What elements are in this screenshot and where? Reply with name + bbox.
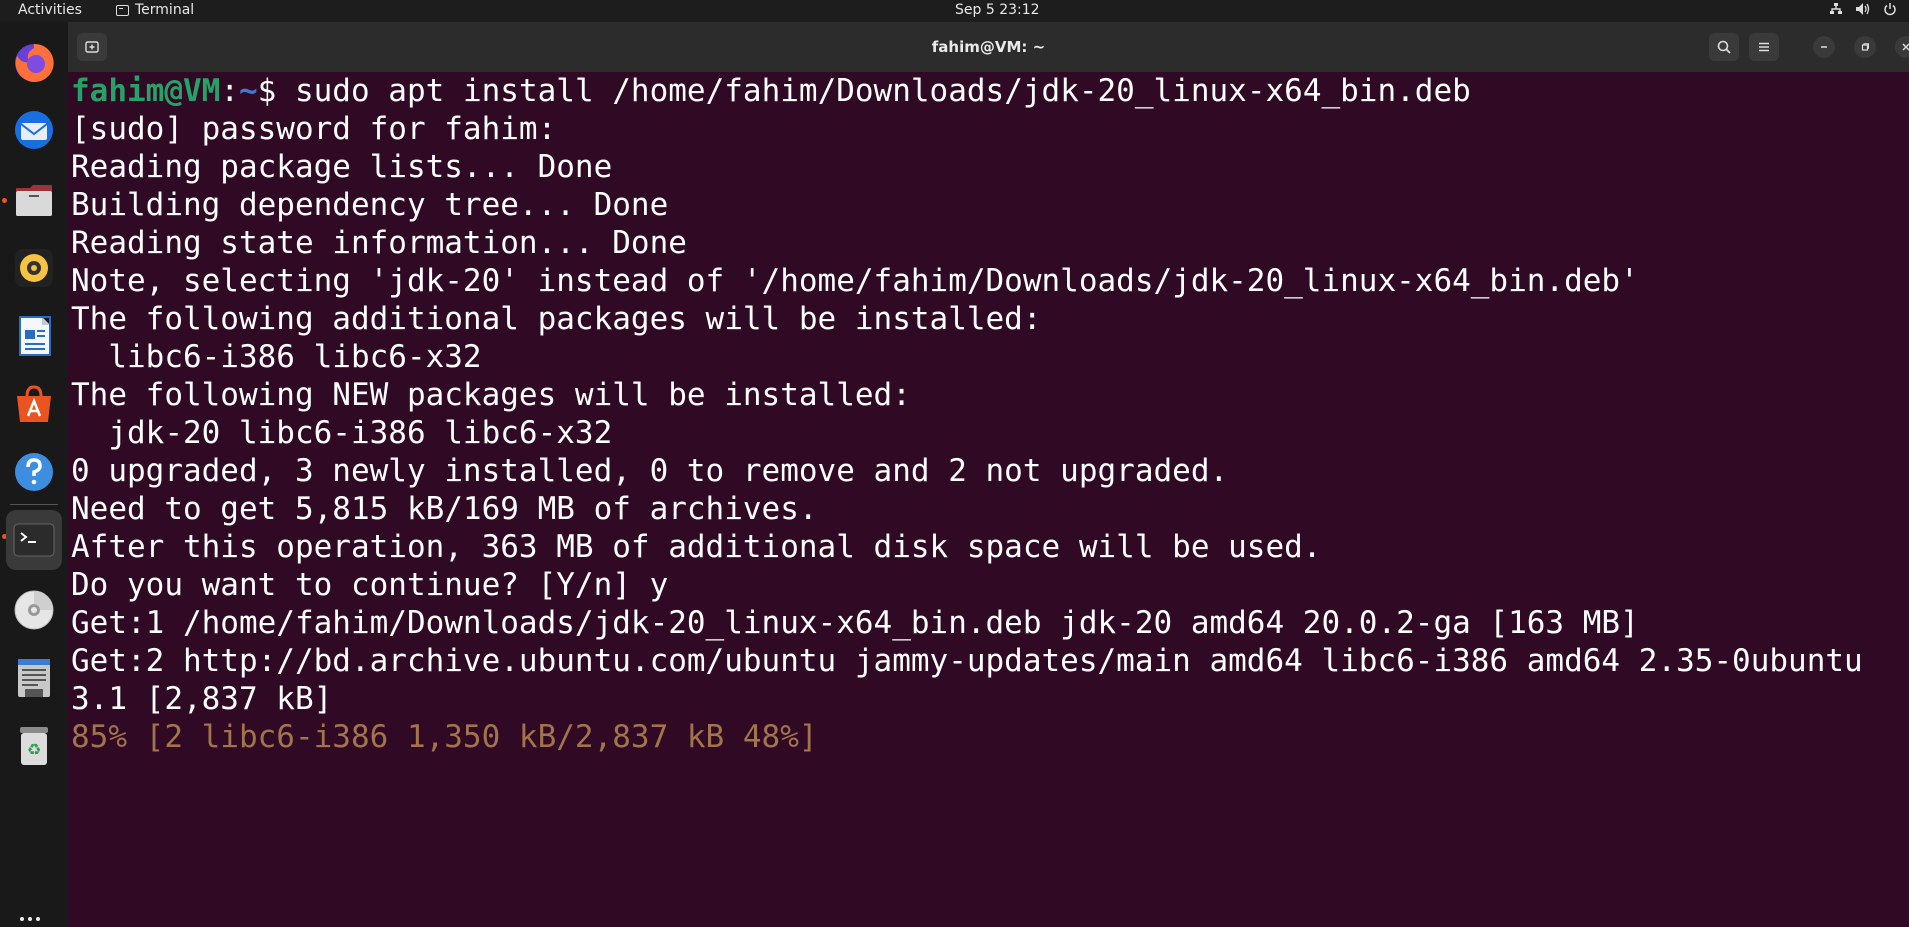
dvd-icon[interactable]	[6, 582, 62, 638]
app-menu-label: Terminal	[135, 2, 195, 18]
output-line: libc6-i386 libc6-x32	[71, 339, 482, 375]
output-line: Do you want to continue? [Y/n] y	[71, 567, 669, 603]
trash-icon[interactable]: ♻	[6, 718, 62, 774]
window-titlebar[interactable]: fahim@VM: ~	[68, 22, 1909, 72]
activities-button[interactable]: Activities	[18, 2, 82, 18]
close-icon	[1902, 43, 1909, 51]
text-editor-icon[interactable]	[6, 650, 62, 706]
output-line: Building dependency tree... Done	[71, 187, 669, 223]
search-button[interactable]	[1709, 33, 1739, 61]
restore-icon	[1861, 43, 1869, 51]
progress-line: 85% [2 libc6-i386 1,350 kB/2,837 kB 48%]	[71, 719, 818, 755]
output-line: jdk-20 libc6-i386 libc6-x32	[71, 415, 613, 451]
help-icon[interactable]	[6, 444, 62, 500]
command-line: sudo apt install /home/fahim/Downloads/j…	[294, 73, 1471, 109]
terminal-output: fahim@VM:~$ sudo apt install /home/fahim…	[71, 72, 1863, 756]
output-line: [sudo] password for fahim:	[71, 111, 557, 147]
volume-icon[interactable]	[1855, 2, 1871, 16]
prompt-path: ~	[238, 73, 258, 109]
prompt-separator: :	[220, 73, 239, 109]
output-line: The following NEW packages will be insta…	[71, 377, 911, 413]
clock[interactable]: Sep 5 23:12	[955, 2, 1040, 18]
prompt-symbol: $	[257, 73, 295, 109]
output-line: After this operation, 363 MB of addition…	[71, 529, 1322, 565]
terminal-small-icon	[116, 4, 129, 16]
output-line: Reading state information... Done	[71, 225, 687, 261]
rhythmbox-icon[interactable]	[6, 240, 62, 296]
output-line: The following additional packages will b…	[71, 301, 1042, 337]
thunderbird-icon[interactable]	[6, 102, 62, 158]
app-center-icon[interactable]	[6, 376, 62, 432]
output-line: Reading package lists... Done	[71, 149, 613, 185]
output-line: Note, selecting 'jdk-20' instead of '/ho…	[71, 263, 1639, 299]
top-bar: Activities Terminal Sep 5 23:12	[0, 0, 1909, 22]
output-line: Need to get 5,815 kB/169 MB of archives.	[71, 491, 818, 527]
minimize-icon	[1821, 46, 1827, 48]
svg-text:♻: ♻	[27, 740, 41, 759]
firefox-icon[interactable]	[6, 34, 62, 90]
network-icon[interactable]	[1829, 2, 1843, 16]
terminal-icon[interactable]	[6, 510, 62, 570]
prompt-user: fahim@VM	[71, 73, 221, 109]
dock: ♻	[0, 22, 68, 927]
minimize-button[interactable]	[1813, 36, 1835, 58]
hamburger-menu-icon	[1759, 42, 1769, 52]
output-line: 0 upgraded, 3 newly installed, 0 to remo…	[71, 453, 1229, 489]
files-icon[interactable]	[6, 172, 62, 228]
libreoffice-writer-icon[interactable]	[6, 308, 62, 364]
terminal-view[interactable]: fahim@VM:~$ sudo apt install /home/fahim…	[68, 72, 1909, 927]
search-icon	[1717, 40, 1731, 54]
menu-button[interactable]	[1749, 33, 1779, 61]
system-tray[interactable]	[1829, 2, 1897, 16]
power-icon[interactable]	[1883, 2, 1897, 16]
show-apps-button[interactable]	[20, 917, 40, 921]
app-menu[interactable]: Terminal	[116, 2, 194, 18]
window-title: fahim@VM: ~	[931, 38, 1046, 56]
dock-separator	[10, 504, 58, 505]
output-line: Get:1 /home/fahim/Downloads/jdk-20_linux…	[71, 605, 1639, 641]
maximize-button[interactable]	[1854, 36, 1876, 58]
output-line: 3.1 [2,837 kB]	[71, 681, 333, 717]
output-line: Get:2 http://bd.archive.ubuntu.com/ubunt…	[71, 643, 1863, 679]
